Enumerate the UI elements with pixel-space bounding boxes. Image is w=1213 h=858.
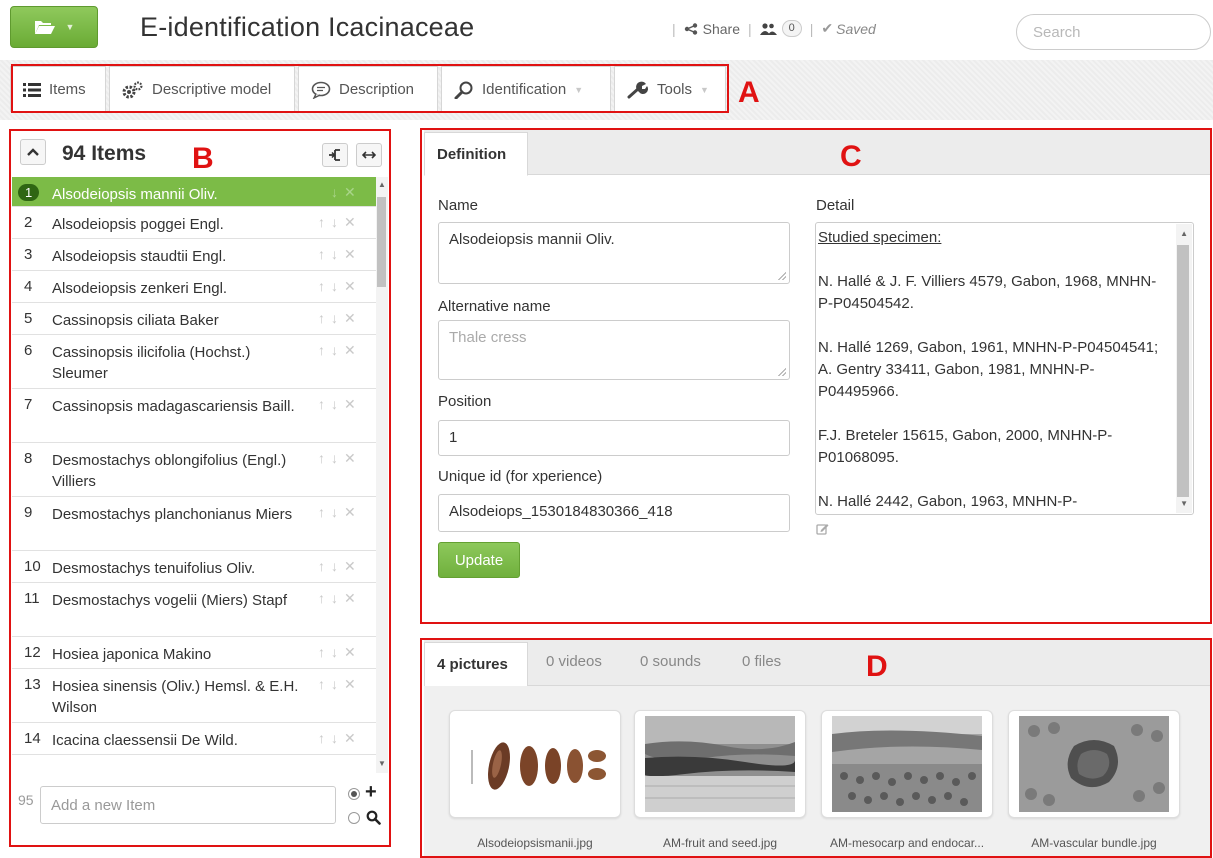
search-input[interactable]: [1016, 14, 1211, 50]
page-title: E-identification Icacinaceae: [140, 12, 475, 42]
annotation-box-d: [420, 638, 1212, 858]
annotation-label-a: A: [738, 76, 760, 109]
folder-menu-button[interactable]: ▼: [10, 6, 98, 48]
annotation-box-c: [420, 128, 1212, 624]
saved-status: ✔ Saved: [821, 20, 876, 37]
share-icon: [684, 22, 697, 35]
collaborators-button[interactable]: 0: [759, 20, 802, 37]
users-icon: [759, 22, 777, 35]
top-actions: | Share | 0 | ✔ Saved: [672, 20, 876, 37]
chevron-down-icon: ▼: [65, 22, 75, 32]
annotation-box-a: [11, 64, 729, 113]
collaborators-count: 0: [781, 20, 802, 37]
annotation-box-b: [9, 129, 391, 847]
check-icon: ✔: [821, 20, 834, 36]
folder-open-icon: [34, 21, 55, 34]
share-button[interactable]: Share: [684, 21, 740, 37]
